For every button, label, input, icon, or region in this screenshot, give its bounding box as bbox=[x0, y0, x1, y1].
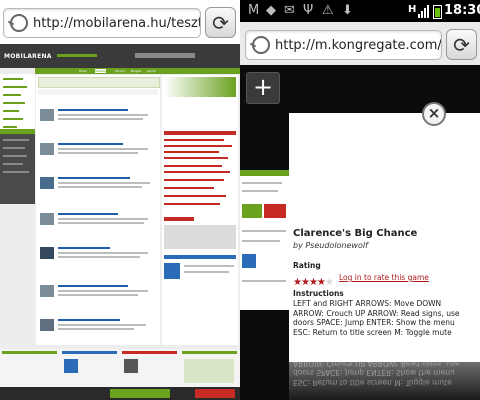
article-list bbox=[36, 75, 160, 345]
reload-icon: ⟳ bbox=[212, 10, 229, 35]
instruction-line: ESC: Return to title screen M: Toggle mu… bbox=[293, 327, 452, 337]
warning-icon: ⚠ bbox=[322, 3, 334, 18]
close-icon: × bbox=[427, 104, 441, 122]
nav-item: Fórum bbox=[115, 69, 125, 73]
nav-item: Hírek bbox=[79, 69, 87, 73]
address-field[interactable]: http://m.kongregate.com/games... bbox=[245, 30, 442, 60]
ad-banner bbox=[164, 77, 236, 97]
clock: 18:30 bbox=[444, 3, 480, 18]
star-icon: ★ bbox=[293, 277, 302, 288]
network-type: H bbox=[408, 4, 417, 15]
nav-item: Blogok bbox=[131, 69, 142, 73]
rate-game-link[interactable]: Log in to rate this game bbox=[339, 273, 429, 282]
browser-tab-mobilarena[interactable]: http://mobilarena.hu/tesztek/ind... ⟳ MO… bbox=[0, 0, 240, 400]
stack-icon: ◆ bbox=[266, 3, 276, 18]
game-preview-card[interactable]: Clarence's Big Chance by Pseudolonewolf … bbox=[289, 113, 480, 362]
reload-icon: ⟳ bbox=[453, 32, 470, 57]
rating-label: Rating bbox=[293, 261, 321, 270]
game-title: Clarence's Big Chance bbox=[293, 228, 418, 239]
reload-button[interactable]: ⟳ bbox=[205, 7, 236, 38]
site-nav: Hírek Tesztek Fórum Blogok Aprók bbox=[35, 68, 240, 74]
close-tab-button[interactable]: × bbox=[422, 102, 446, 126]
nav-item: Aprók bbox=[147, 69, 156, 73]
star-icon: ★ bbox=[308, 277, 318, 288]
download-icon: ⬇ bbox=[342, 3, 353, 18]
search-box bbox=[135, 53, 195, 58]
search-icon bbox=[10, 14, 28, 32]
address-text: http://m.kongregate.com/games... bbox=[275, 37, 442, 53]
status-bar: M ◆ ✉ Ψ ⚠ ⬇ H 18:30 bbox=[240, 0, 480, 22]
card-reflection: ESC: Return to title screen M: Toggle mu… bbox=[289, 362, 480, 400]
instruction-line: doors SPACE: Jump ENTER: Show the menu bbox=[293, 318, 455, 328]
site-right-column bbox=[162, 75, 238, 345]
star-empty-icon: ★ bbox=[324, 277, 334, 288]
page-thumbnail[interactable]: MOBILARENA Hírek Tesztek Fórum Blogok Ap… bbox=[0, 44, 240, 400]
star-icon: ★ bbox=[300, 277, 310, 288]
instruction-line: ARROW: Crouch UP ARROW: Read signs, use bbox=[293, 308, 460, 318]
rating-stars: ★★★★★ bbox=[293, 270, 334, 289]
nav-item: Tesztek bbox=[95, 69, 107, 73]
url-bar-kongregate: http://m.kongregate.com/games... ⟳ bbox=[240, 22, 480, 65]
reflection-line: ESC: Return to title screen M: Toggle mu… bbox=[293, 377, 452, 387]
game-author: by Pseudolonewolf bbox=[293, 241, 368, 250]
battery-icon bbox=[433, 5, 442, 19]
url-bar: http://mobilarena.hu/tesztek/ind... ⟳ bbox=[0, 0, 240, 44]
site-header: MOBILARENA bbox=[0, 44, 240, 68]
reload-button[interactable]: ⟳ bbox=[446, 29, 477, 60]
search-icon bbox=[252, 36, 270, 54]
reflection-line: ARROW: Crouch UP ARROW: Read signs, use bbox=[293, 362, 460, 368]
site-footer bbox=[0, 387, 240, 400]
instruction-line: LEFT and RIGHT ARROWS: Move DOWN bbox=[293, 299, 442, 308]
instructions-label: Instructions bbox=[293, 289, 344, 298]
email-icon: ✉ bbox=[284, 3, 295, 18]
star-icon: ★ bbox=[316, 277, 326, 288]
reflection-line: doors SPACE: Jump ENTER: Show the menu bbox=[293, 368, 455, 378]
article-thumb bbox=[40, 109, 54, 121]
site-logo: MOBILARENA bbox=[4, 53, 52, 60]
address-text: http://mobilarena.hu/tesztek/ind... bbox=[33, 15, 201, 31]
instructions-text: LEFT and RIGHT ARROWS: Move DOWN ARROW: … bbox=[293, 299, 479, 337]
gmail-icon: M bbox=[248, 3, 260, 18]
background-tab-thumbnail[interactable] bbox=[240, 170, 289, 310]
new-tab-button[interactable]: + bbox=[246, 72, 280, 104]
bottom-widgets bbox=[0, 349, 240, 387]
address-field[interactable]: http://mobilarena.hu/tesztek/ind... bbox=[3, 8, 201, 38]
usb-icon: Ψ bbox=[303, 3, 314, 18]
